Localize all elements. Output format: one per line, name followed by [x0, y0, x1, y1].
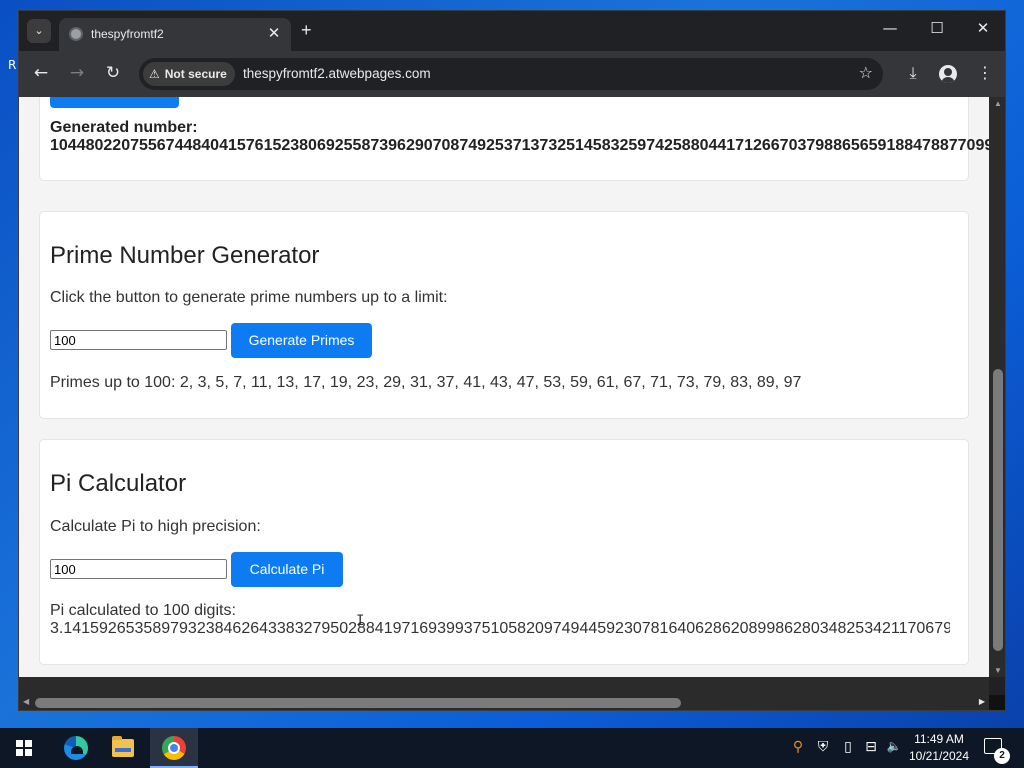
close-tab-icon[interactable]: ✕ — [265, 24, 283, 42]
new-tab-button[interactable]: + — [301, 20, 312, 41]
calculate-pi-button[interactable]: Calculate Pi — [231, 552, 343, 587]
prime-description: Click the button to generate prime numbe… — [50, 289, 448, 306]
security-shield-icon[interactable]: ⛨ — [813, 739, 833, 755]
maximize-button[interactable]: ☐ — [925, 19, 949, 37]
taskbar: ⚲ ⛨ ▯ ⊟ 🔈 11:49 AM 10/21/2024 2 — [0, 728, 1024, 768]
prime-heading: Prime Number Generator — [50, 242, 320, 269]
scroll-left-icon[interactable]: ◀ — [23, 697, 29, 706]
page-viewport: Generated number: 1044802207556744840415… — [19, 97, 989, 677]
pi-result-label: Pi calculated to 100 digits: — [50, 602, 236, 619]
minimize-button[interactable]: — — [878, 19, 902, 37]
taskbar-edge[interactable] — [52, 728, 100, 768]
start-button[interactable] — [0, 728, 48, 768]
browser-toolbar: ← → ↻ ⚠ Not secure thespyfromtf2.atwebpag… — [19, 51, 1005, 97]
scroll-down-icon[interactable]: ▼ — [994, 666, 1002, 675]
vertical-scrollbar[interactable]: ▲ ▼ — [989, 97, 1005, 677]
pi-result-value: 3.14159265358979323846264338327950288419… — [50, 620, 950, 637]
browser-tab[interactable]: thespyfromtf2 ✕ — [59, 18, 291, 51]
reload-icon[interactable]: ↻ — [101, 63, 125, 83]
prime-limit-input[interactable] — [50, 330, 227, 350]
back-icon[interactable]: ← — [29, 63, 53, 83]
edge-icon — [64, 736, 88, 760]
download-icon[interactable]: ⤓ — [902, 63, 924, 83]
taskbar-file-explorer[interactable] — [100, 728, 148, 768]
pi-heading: Pi Calculator — [50, 470, 187, 497]
security-label: Not secure — [164, 67, 227, 81]
horizontal-scroll-thumb[interactable] — [35, 698, 681, 708]
tab-title: thespyfromtf2 — [91, 27, 164, 41]
pi-digits-input[interactable] — [50, 559, 227, 579]
close-window-button[interactable]: ✕ — [971, 19, 995, 37]
url-text[interactable]: thespyfromtf2.atwebpages.com — [243, 66, 431, 81]
taskbar-chrome[interactable] — [150, 728, 198, 768]
tab-bar: ⌄ thespyfromtf2 ✕ + — ☐ ✕ — [19, 11, 1005, 51]
network-icon[interactable]: ⊟ — [861, 739, 881, 755]
random-number-card: Generated number: 1044802207556744840415… — [39, 97, 989, 181]
tab-search-button[interactable]: ⌄ — [27, 19, 51, 43]
browser-window: ⌄ thespyfromtf2 ✕ + — ☐ ✕ ← → ↻ ⚠ Not sec… — [18, 10, 1006, 711]
chevron-down-icon: ⌄ — [34, 25, 44, 37]
chrome-icon — [162, 736, 186, 760]
text-cursor-icon: I — [356, 613, 365, 629]
prime-generator-card: Prime Number Generator Click the button … — [39, 211, 969, 419]
generated-number-label: Generated number: — [50, 119, 198, 136]
security-chip[interactable]: ⚠ Not secure — [143, 62, 235, 86]
generated-number-value: 1044802207556744840415761523806925587396… — [50, 137, 989, 154]
scroll-right-icon[interactable]: ▶ — [979, 697, 985, 706]
vertical-scroll-thumb[interactable] — [993, 369, 1003, 651]
warning-icon: ⚠ — [149, 67, 160, 81]
pi-calculator-card: Pi Calculator Calculate Pi to high preci… — [39, 439, 969, 665]
forward-icon[interactable]: → — [65, 63, 89, 83]
desktop-icon-label: R — [8, 58, 17, 72]
search-tray-icon[interactable]: ⚲ — [788, 739, 808, 755]
generate-primes-button[interactable]: Generate Primes — [231, 323, 372, 358]
scrollbar-corner — [989, 695, 1005, 710]
battery-icon[interactable]: ▯ — [838, 739, 858, 755]
clock-date[interactable]: 10/21/2024 — [906, 749, 972, 763]
generate-number-button[interactable] — [50, 97, 179, 108]
folder-icon — [112, 736, 134, 757]
profile-avatar-icon[interactable] — [939, 65, 957, 83]
menu-icon[interactable]: ⋮ — [974, 63, 996, 82]
volume-icon[interactable]: 🔈 — [884, 739, 904, 753]
windows-logo-icon — [16, 740, 32, 756]
horizontal-scrollbar[interactable]: ◀ ▶ — [19, 677, 989, 710]
primes-result: Primes up to 100: 2, 3, 5, 7, 11, 13, 17… — [50, 374, 802, 391]
bookmark-star-icon[interactable]: ☆ — [859, 63, 873, 82]
pi-description: Calculate Pi to high precision: — [50, 518, 261, 535]
notification-count-badge: 2 — [994, 748, 1010, 764]
globe-icon — [69, 27, 83, 41]
scroll-up-icon[interactable]: ▲ — [994, 99, 1002, 108]
address-bar[interactable]: ⚠ Not secure thespyfromtf2.atwebpages.com… — [139, 58, 883, 90]
clock-time[interactable]: 11:49 AM — [906, 732, 972, 746]
